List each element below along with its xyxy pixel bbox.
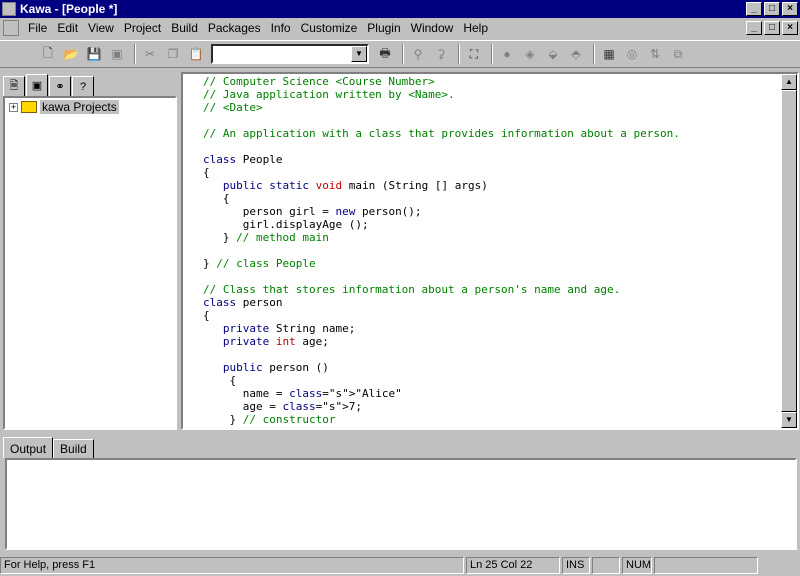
menu-project[interactable]: Project [119,21,166,35]
status-bar: For Help, press F1 Ln 25 Col 22 INS NUM [0,555,800,575]
scroll-thumb[interactable] [781,90,797,412]
tree-item-label: kawa Projects [40,100,119,114]
output-pane[interactable] [5,458,797,550]
status-help: For Help, press F1 [0,556,464,574]
browse-class-icon[interactable]: ⛶ [464,44,484,64]
rebuild-icon[interactable]: ⬘ [566,44,586,64]
run-icon[interactable]: ▦ [599,44,619,64]
status-extra [654,556,758,574]
open-folder-icon[interactable]: 📂 [61,44,81,64]
code-line: // An application with a class that prov… [203,127,680,140]
vertical-scrollbar[interactable]: ▲ ▼ [781,74,797,428]
menu-help[interactable]: Help [458,21,493,35]
menu-window[interactable]: Window [406,21,459,35]
new-file-icon[interactable]: 🗋 [38,44,58,64]
classes-tab-icon[interactable]: ⚭ [49,76,71,96]
status-ins: INS [562,556,590,574]
status-empty [592,556,620,574]
code-line: age = class="s">7; [203,400,362,413]
menu-bar: File Edit View Project Build Packages In… [0,18,800,38]
code-line: { [203,374,237,387]
status-cursor-position: Ln 25 Col 22 [466,556,560,574]
folder-icon [21,101,37,113]
build-icon[interactable]: ⬙ [543,44,563,64]
code-line: { [203,192,230,205]
code-line: private String name; [222,322,356,335]
menu-build[interactable]: Build [166,21,203,35]
replace-icon[interactable]: ⚳ [431,44,451,64]
code-line: person girl = new person(); [203,205,422,218]
find-icon[interactable]: ⚲ [408,44,428,64]
files-tab-icon[interactable]: 🗎 [3,76,25,96]
toolbar: 🗋 📂 💾 ▣ ✂ ❐ 📋 ▼ 🖶 ⚲ ⚳ ⛶ ● ◈ ⬙ ⬘ ▦ ◎ ⇅ ⧉ [0,40,800,68]
chevron-down-icon[interactable]: ▼ [351,46,367,62]
project-panel: 🗎 ▣ ⚭ ? + kawa Projects [3,72,177,430]
tree-item-kawa-projects[interactable]: + kawa Projects [5,98,175,116]
close-button[interactable]: × [782,2,798,16]
save-all-icon[interactable]: ▣ [107,44,127,64]
code-line: public person () [222,361,329,374]
code-editor[interactable]: // Computer Science <Course Number>// Ja… [181,72,799,430]
doc-restore-button[interactable]: □ [764,21,780,35]
code-line: { [203,166,210,179]
code-line: } // constructor [203,413,336,426]
document-icon[interactable] [3,20,19,36]
menu-plugin[interactable]: Plugin [362,21,405,35]
menu-customize[interactable]: Customize [296,21,363,35]
menu-info[interactable]: Info [266,21,296,35]
code-line: } // method main [203,231,329,244]
print-icon[interactable]: 🖶 [375,44,395,64]
step-icon[interactable]: ⇅ [645,44,665,64]
cut-icon[interactable]: ✂ [140,44,160,64]
window-title: Kawa - [People *] [20,2,118,16]
menu-file[interactable]: File [23,21,52,35]
debug-icon[interactable]: ◎ [622,44,642,64]
code-line: private int age; [222,335,329,348]
code-line: // Class that stores information about a… [203,283,621,296]
compile-icon[interactable]: ◈ [520,44,540,64]
doc-close-button[interactable]: × [782,21,798,35]
kawa-app-icon[interactable] [2,2,16,16]
code-line: girl.displayAge (); [203,218,369,231]
menu-edit[interactable]: Edit [52,21,83,35]
scroll-up-icon[interactable]: ▲ [781,74,797,90]
class-combo[interactable]: ▼ [211,44,369,64]
breakpoint-icon[interactable]: ● [497,44,517,64]
tab-output[interactable]: Output [3,437,54,458]
doc-minimize-button[interactable]: _ [746,21,762,35]
project-panel-tabs: 🗎 ▣ ⚭ ? [3,72,177,96]
code-line: // Java application written by <Name>. [203,88,455,101]
save-icon[interactable]: 💾 [84,44,104,64]
expand-icon[interactable]: + [9,102,18,112]
code-line: } // class People [203,257,316,270]
code-line: public static void main (String [] args) [222,179,488,192]
title-bar: Kawa - [People *] _ □ × [0,0,800,18]
code-line: class People [203,153,283,166]
scroll-down-icon[interactable]: ▼ [781,412,797,428]
minimize-button[interactable]: _ [746,2,762,16]
menu-packages[interactable]: Packages [203,21,266,35]
status-num: NUM [622,556,652,574]
code-line: // <Date> [203,101,263,114]
code-line: { [203,309,210,322]
menu-view[interactable]: View [83,21,119,35]
output-tabs: Output Build [3,436,94,458]
project-tree: + kawa Projects [3,96,177,430]
window-icon[interactable]: ⧉ [668,44,688,64]
copy-icon[interactable]: ❐ [163,44,183,64]
code-line: // Computer Science <Course Number> [203,75,435,88]
code-line: class person [203,296,283,309]
help-tab-icon[interactable]: ? [72,76,94,96]
projects-tab-icon[interactable]: ▣ [26,74,48,96]
paste-icon[interactable]: 📋 [186,44,206,64]
tab-build[interactable]: Build [53,439,94,458]
code-line: name = class="s">"Alice" [203,387,402,400]
restore-button[interactable]: □ [764,2,780,16]
code-area[interactable]: // Computer Science <Course Number>// Ja… [183,74,781,428]
